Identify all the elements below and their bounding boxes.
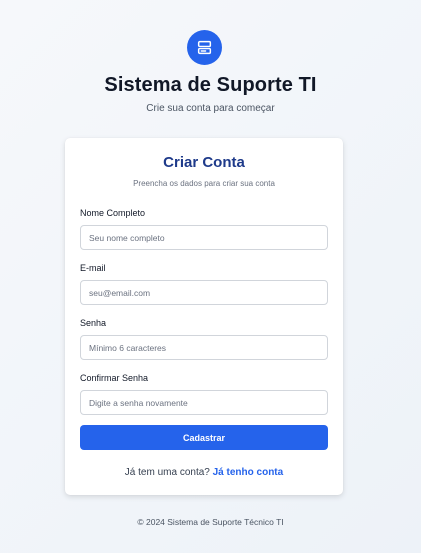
card-title: Criar Conta: [163, 154, 245, 171]
confirm-password-label: Confirmar Senha: [80, 373, 149, 383]
login-prompt-text: Já tem uma conta?: [124, 467, 210, 478]
register-button[interactable]: Cadastrar: [80, 425, 328, 450]
full-name-input[interactable]: [80, 225, 328, 250]
password-input[interactable]: [80, 335, 328, 360]
app-logo: [187, 30, 222, 65]
card-subtitle: Preencha os dados para criar sua conta: [133, 179, 275, 188]
password-label: Senha: [80, 318, 107, 328]
footer-copyright: © 2024 Sistema de Suporte Técnico TI: [137, 517, 284, 527]
confirm-password-input[interactable]: [80, 390, 328, 415]
app-title: Sistema de Suporte TI: [104, 74, 317, 96]
full-name-label: Nome Completo: [80, 208, 146, 218]
email-label: E-mail: [80, 263, 106, 273]
login-prompt-line: Já tem uma conta? Já tenho conta: [65, 467, 343, 478]
server-icon: [197, 40, 212, 55]
email-input[interactable]: [80, 280, 328, 305]
login-link[interactable]: Já tenho conta: [213, 467, 284, 478]
signup-card: Criar Conta Preencha os dados para criar…: [65, 138, 343, 495]
app-subtitle: Crie sua conta para começar: [146, 103, 275, 114]
